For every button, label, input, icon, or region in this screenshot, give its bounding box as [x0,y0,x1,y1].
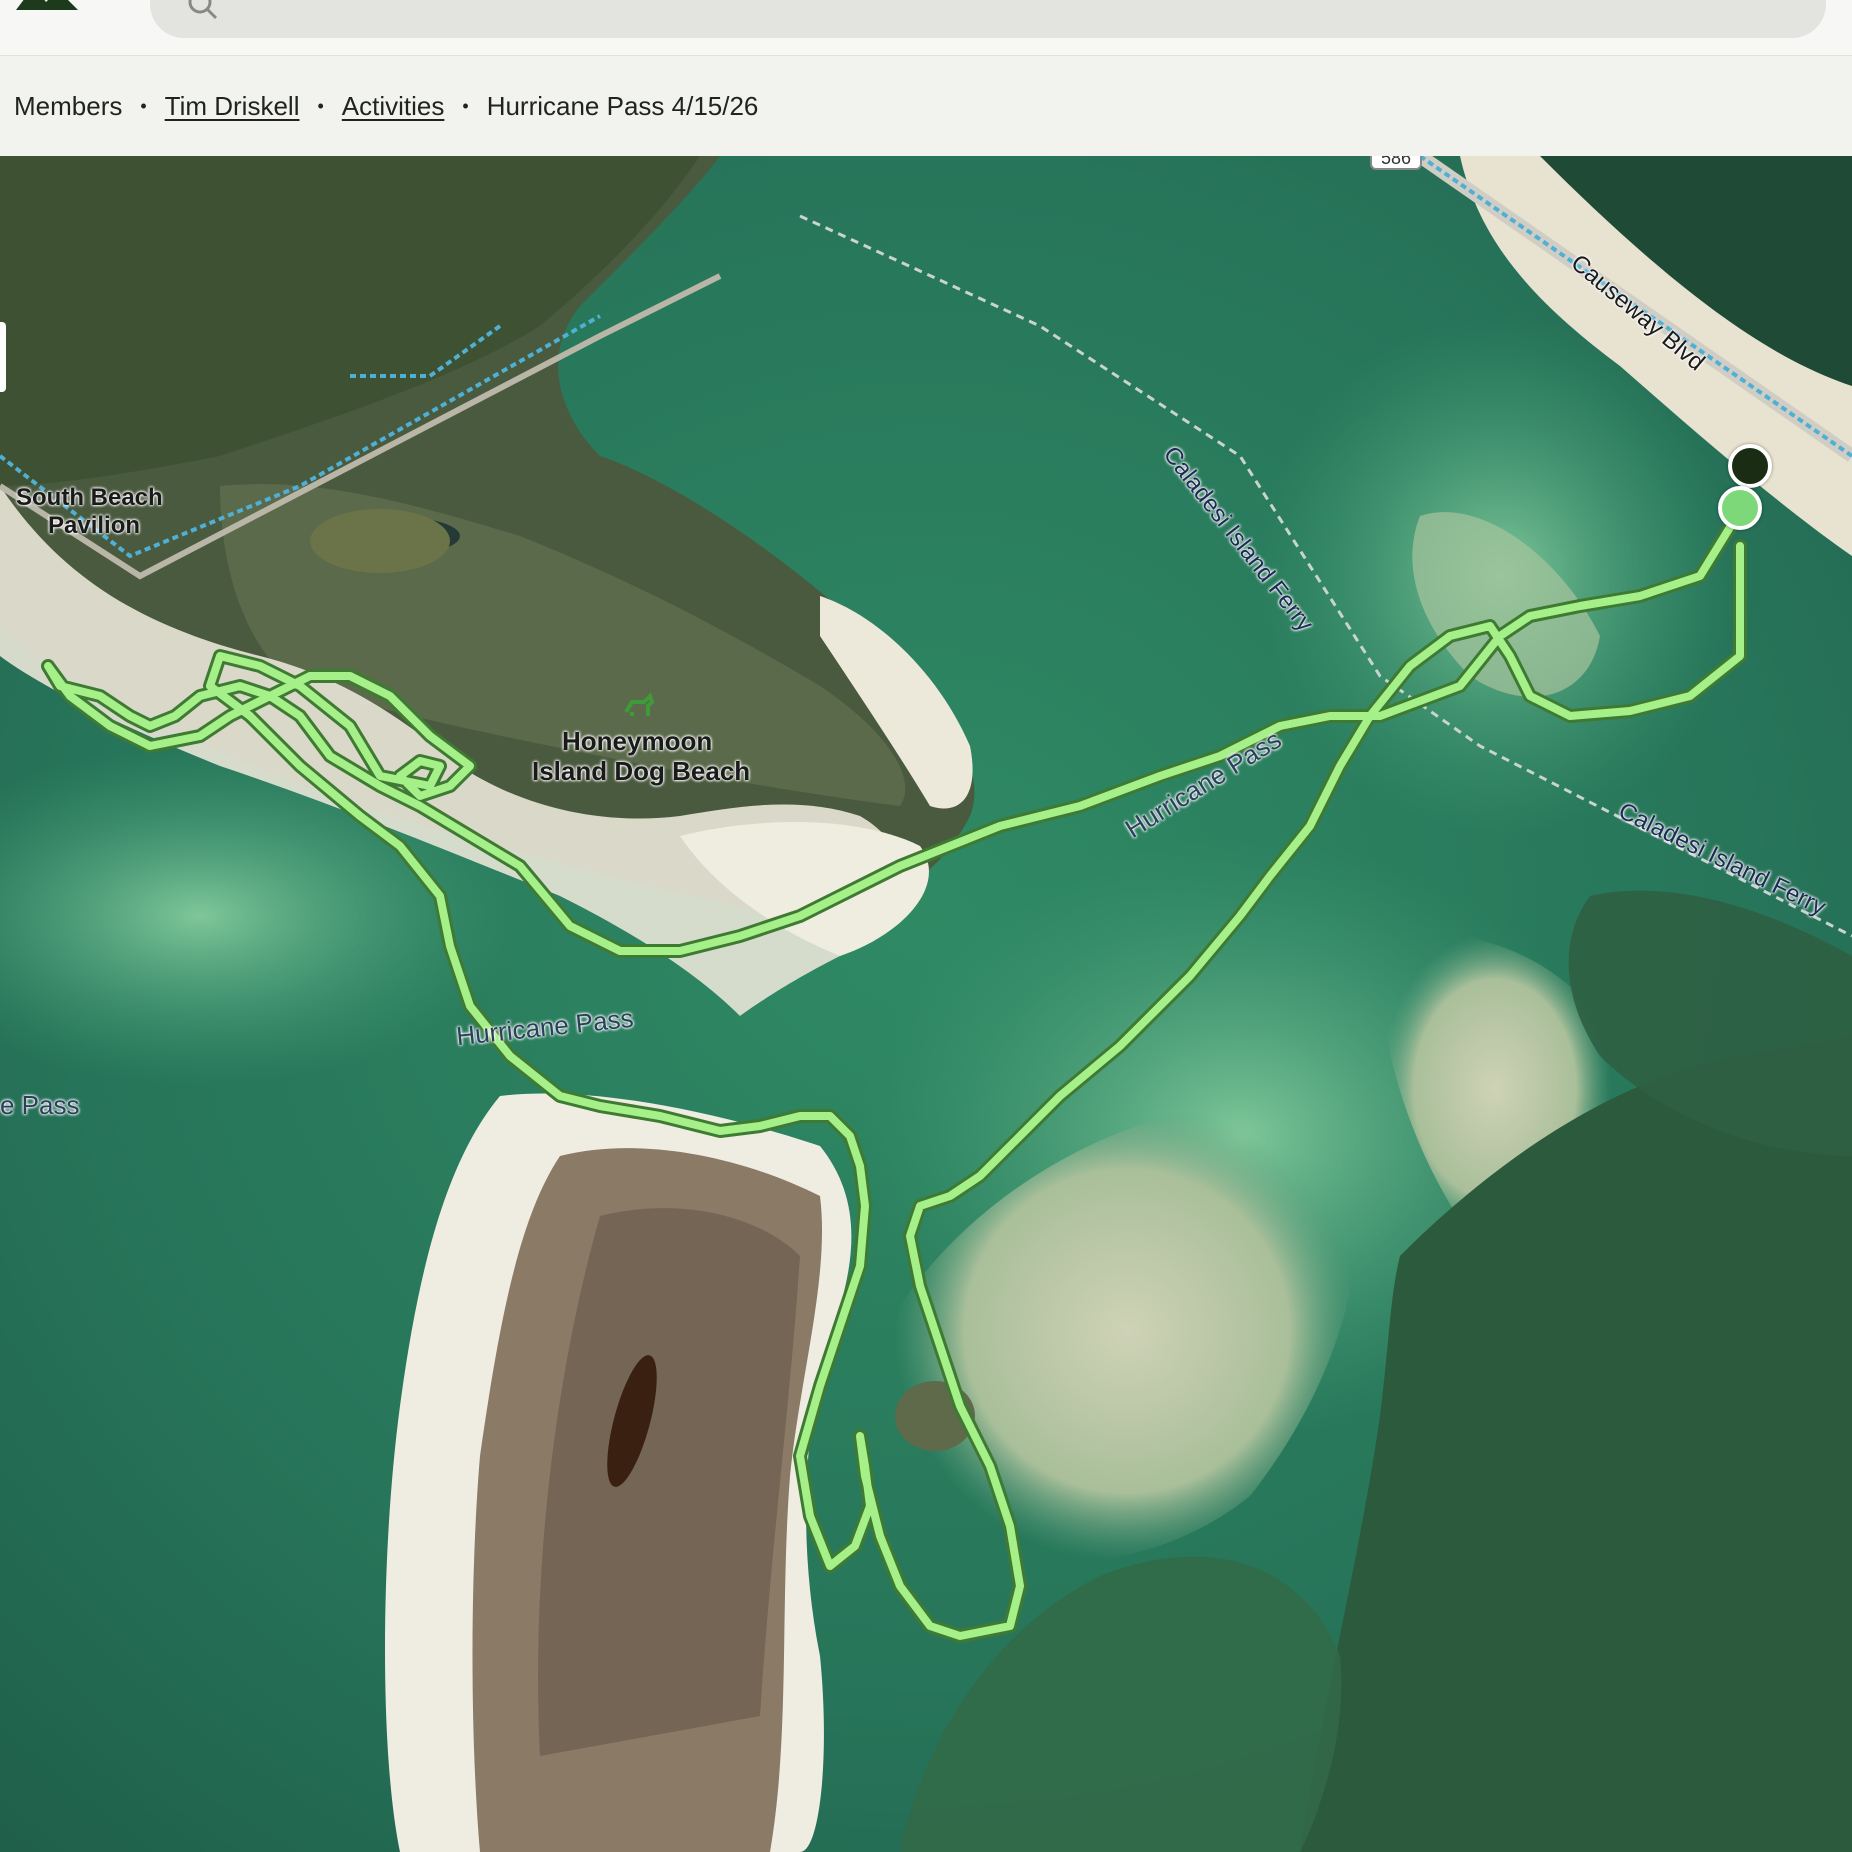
search-bar[interactable] [150,0,1826,38]
activity-map[interactable]: 586 South Beach Pavilion Honeymoon Islan… [0,156,1852,1852]
label-dog-beach-2: Island Dog Beach [532,756,751,786]
label-pass-edge: e Pass [0,1090,80,1120]
label-pavilion: Pavilion [48,512,141,539]
end-marker[interactable] [1728,444,1772,488]
top-bar [0,0,1852,56]
pond [310,509,450,573]
breadcrumb-separator: • [462,95,469,116]
label-south-beach: South Beach [16,484,163,511]
breadcrumb-members: Members [14,90,123,121]
route-shield: 586 [1370,156,1422,170]
dog-park-icon [624,692,655,716]
search-icon [188,0,218,20]
breadcrumb-separator: • [140,95,147,116]
satellite-imagery [0,156,1852,1852]
map-edge-handle[interactable] [0,322,6,392]
label-dog-beach: Honeymoon [562,726,713,756]
search-input[interactable] [240,0,1740,30]
breadcrumb-activities-link[interactable]: Activities [342,91,445,122]
logo-icon[interactable] [12,0,82,14]
breadcrumb-athlete-link[interactable]: Tim Driskell [165,91,300,122]
start-marker[interactable] [1718,486,1762,530]
breadcrumb-current: Hurricane Pass 4/15/26 [486,90,759,121]
breadcrumb-separator: • [317,95,324,116]
breadcrumb: Members • Tim Driskell • Activities • Hu… [0,56,1852,156]
